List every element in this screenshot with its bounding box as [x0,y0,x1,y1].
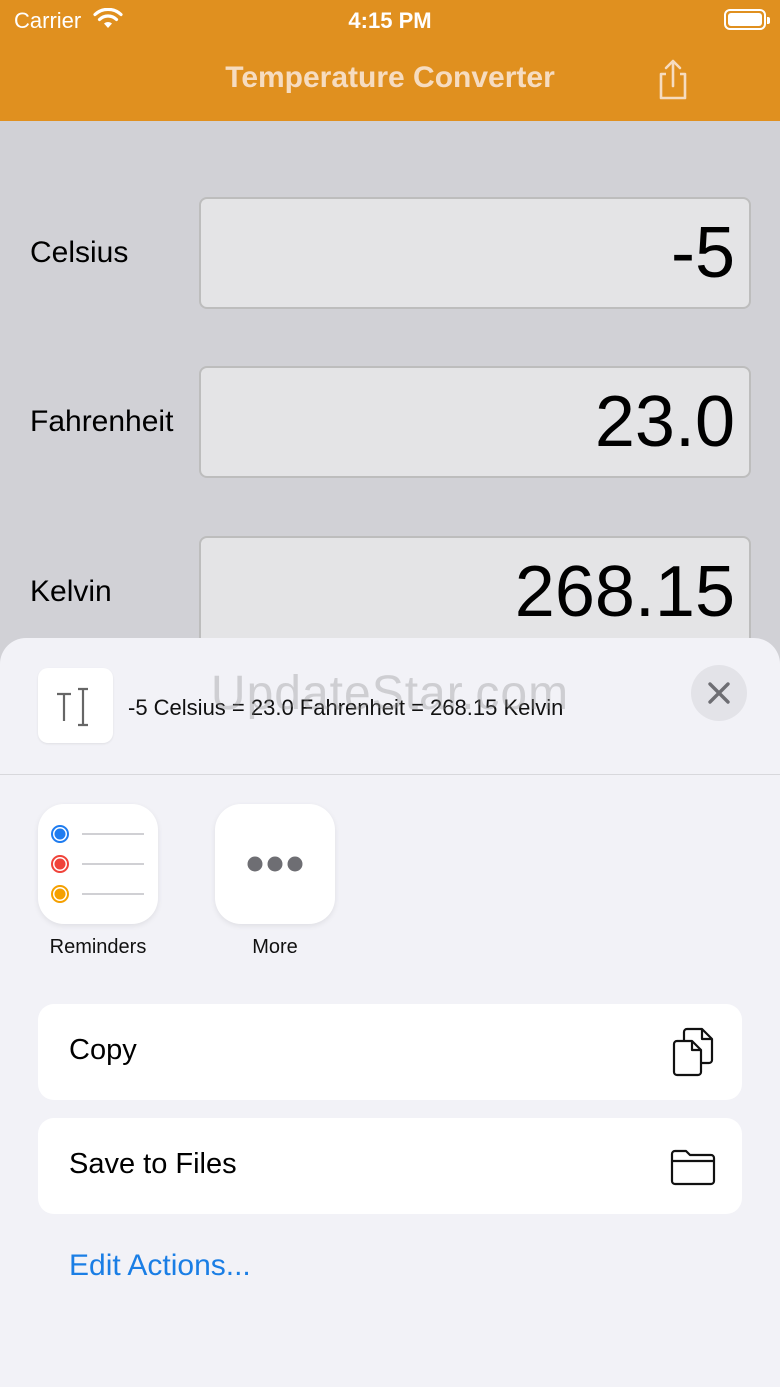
celsius-field[interactable]: -5 [199,197,751,309]
share-sheet-header: -5 Celsius = 23.0 Fahrenheit = 268.15 Ke… [0,638,780,774]
share-preview-text: -5 Celsius = 23.0 Fahrenheit = 268.15 Ke… [128,695,564,720]
fahrenheit-label: Fahrenheit [30,405,174,438]
more-icon [247,856,303,872]
save-to-files-button[interactable]: Save to Files [38,1118,742,1214]
reminders-icon [51,825,144,903]
share-sheet: -5 Celsius = 23.0 Fahrenheit = 268.15 Ke… [0,638,780,1387]
text-document-icon [38,668,113,743]
kelvin-label: Kelvin [30,575,112,608]
folder-icon [670,1149,716,1186]
more-app-button[interactable] [215,804,335,924]
save-to-files-label: Save to Files [69,1148,237,1180]
edit-actions-link[interactable]: Edit Actions... [69,1249,251,1283]
fahrenheit-field[interactable]: 23.0 [199,366,751,478]
kelvin-field[interactable]: 268.15 [199,536,751,648]
nav-bar: Carrier 4:15 PM Temperature Converter [0,0,780,121]
copy-button[interactable]: Copy [38,1004,742,1100]
more-label: More [252,936,298,958]
celsius-label: Celsius [30,236,129,269]
battery-icon [724,9,770,30]
reminders-app-button[interactable] [38,804,158,924]
close-button[interactable] [691,665,747,721]
close-icon [708,682,730,704]
divider [0,774,780,775]
share-icon[interactable] [654,58,692,102]
copy-label: Copy [69,1034,137,1066]
reminders-label: Reminders [49,936,147,958]
copy-icon [672,1027,714,1077]
clock: 4:15 PM [348,8,432,33]
status-bar: Carrier 4:15 PM [0,0,780,40]
